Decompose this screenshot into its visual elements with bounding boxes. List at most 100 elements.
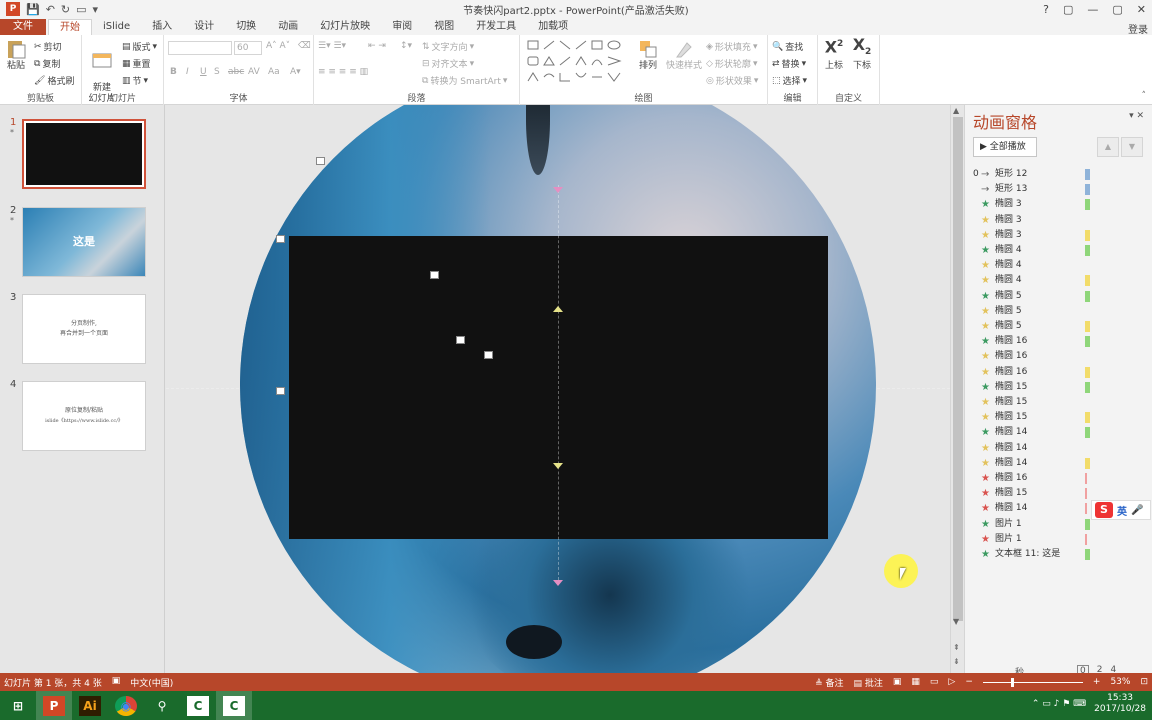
animation-item[interactable]: ★ 椭圆 3 [979, 197, 1093, 212]
animation-timing-bar[interactable] [1085, 533, 1087, 545]
italic-button[interactable]: I [186, 67, 189, 77]
align-text-button[interactable]: ⊟ 对齐文本 ▾ [422, 57, 474, 71]
zoom-in-icon[interactable]: + [1093, 677, 1101, 687]
motion-path-end-marker[interactable] [553, 580, 563, 586]
slideshow-icon[interactable]: ▷ [948, 677, 955, 687]
animation-item[interactable]: ★ 椭圆 3 [979, 228, 1093, 243]
tab-home[interactable]: 开始 [48, 19, 92, 35]
animation-timing-bar[interactable] [1085, 290, 1090, 302]
animation-timing-bar[interactable] [1085, 457, 1090, 469]
format-painter-button[interactable]: 🖌 格式刷 [34, 74, 74, 88]
close-icon[interactable]: ✕ [1137, 3, 1146, 16]
animation-item[interactable]: ★ 椭圆 16 [979, 471, 1093, 486]
collapse-ribbon-icon[interactable]: ˄ [1142, 91, 1147, 101]
animation-item[interactable]: ★ 图片 1 [979, 517, 1093, 532]
bold-button[interactable]: B [170, 67, 177, 77]
notes-button[interactable]: ≜ 备注 [815, 676, 843, 689]
zoom-level[interactable]: 53% [1110, 677, 1130, 687]
tab-review[interactable]: 审阅 [381, 19, 423, 35]
animation-item[interactable]: ★ 椭圆 5 [979, 289, 1093, 304]
animation-timing-bar[interactable] [1085, 199, 1090, 211]
shape-fill-button[interactable]: ◈ 形状填充 ▾ [706, 40, 757, 54]
microphone-icon[interactable]: 🎤 [1131, 505, 1143, 516]
canvas-scrollbar[interactable]: ▲ ▼ ⇞ ⇟ [950, 105, 964, 673]
char-spacing-button[interactable]: AV [248, 67, 260, 77]
tab-addins[interactable]: 加载项 [527, 19, 579, 35]
animation-item[interactable]: ★ 椭圆 16 [979, 365, 1093, 380]
animation-item[interactable]: 0 → 矩形 12 [973, 167, 1093, 182]
tray-icons[interactable]: ⌃ ▭ ♪ ⚑ ⌨ [1032, 699, 1086, 709]
animation-item[interactable]: ★ 椭圆 16 [979, 334, 1093, 349]
taskbar-powerpoint[interactable]: P [36, 691, 72, 720]
animation-item[interactable]: ★ 椭圆 14 [979, 501, 1093, 516]
shape-effects-button[interactable]: ◎ 形状效果 ▾ [706, 74, 758, 88]
tab-design[interactable]: 设计 [183, 19, 225, 35]
animation-timing-bar[interactable] [1085, 412, 1090, 424]
animation-timing-bar[interactable] [1085, 473, 1087, 484]
animation-timing-bar[interactable] [1085, 549, 1090, 560]
ime-toolbar[interactable]: S 英 🎤 [1091, 500, 1151, 520]
font-color-icon[interactable]: A▾ [290, 67, 301, 77]
shapes-gallery-icon[interactable] [526, 39, 626, 85]
animation-timing-bar[interactable] [1085, 275, 1090, 287]
tab-slideshow[interactable]: 幻灯片放映 [309, 19, 381, 35]
reading-view-icon[interactable]: ▭ [930, 677, 939, 687]
replace-button[interactable]: ⇄ 替换 ▾ [772, 57, 806, 71]
animation-timing-bar[interactable] [1085, 427, 1090, 439]
prev-slide-icon[interactable]: ⇞ [953, 643, 960, 652]
align-icons[interactable]: ≡ ≡ ≡ ≡ ▥ [318, 67, 368, 77]
taskbar-camtasia-recorder[interactable]: C [216, 691, 252, 720]
animation-timing-bar[interactable] [1085, 245, 1090, 256]
spellcheck-icon[interactable]: ▣ [112, 676, 121, 689]
shape-outline-button[interactable]: ◇ 形状轮廓 ▾ [706, 57, 757, 71]
save-icon[interactable]: 💾 [26, 3, 40, 16]
move-up-icon[interactable]: ▲ [1097, 137, 1119, 157]
tab-islide[interactable]: iSlide [92, 19, 141, 35]
play-all-button[interactable]: ▶ 全部播放 [973, 137, 1037, 157]
animation-item[interactable]: ★ 椭圆 4 [979, 243, 1093, 258]
minimize-icon[interactable]: — [1087, 3, 1098, 16]
font-size-field[interactable]: 60 [234, 41, 262, 55]
clock[interactable]: 15:33 2017/10/28 [1094, 693, 1146, 715]
smartart-button[interactable]: ⧉ 转换为 SmartArt ▾ [422, 74, 507, 88]
animation-item[interactable]: ★ 椭圆 3 [979, 213, 1093, 228]
ribbon-display-icon[interactable]: ▢ [1063, 3, 1073, 16]
ime-language[interactable]: 英 [1117, 503, 1127, 518]
taskbar-app[interactable]: ⚲ [144, 691, 180, 720]
help-icon[interactable]: ? [1043, 3, 1049, 16]
tab-insert[interactable]: 插入 [141, 19, 183, 35]
maximize-icon[interactable]: ▢ [1112, 3, 1122, 16]
subscript-button[interactable]: X2 下标 [850, 37, 874, 72]
fit-slide-icon[interactable]: ⊡ [1140, 677, 1148, 687]
arrange-button[interactable]: 排列 [634, 39, 662, 72]
start-button[interactable]: ⊞ [0, 691, 36, 720]
animation-timing-bar[interactable] [1085, 488, 1087, 500]
quick-styles-button[interactable]: 快速样式 [664, 39, 704, 72]
animation-timing-bar[interactable] [1085, 336, 1090, 348]
tab-animations[interactable]: 动画 [267, 19, 309, 35]
comments-button[interactable]: ▤ 批注 [853, 676, 882, 689]
tab-file[interactable]: 文件 [0, 19, 46, 35]
start-presentation-icon[interactable]: ▭ [76, 3, 86, 16]
line-spacing-icon[interactable]: ↕▾ [400, 41, 412, 51]
scroll-down-icon[interactable]: ▼ [953, 617, 959, 626]
section-button[interactable]: ▥ 节 ▾ [122, 74, 148, 88]
motion-path-marker[interactable] [553, 306, 563, 312]
animation-item[interactable]: → 矩形 13 [979, 182, 1093, 197]
select-button[interactable]: ⬚ 选择 ▾ [772, 74, 807, 88]
animation-item[interactable]: ★ 椭圆 16 [979, 349, 1093, 364]
underline-button[interactable]: U [200, 67, 207, 77]
taskbar-illustrator[interactable]: Ai [72, 691, 108, 720]
tab-transitions[interactable]: 切换 [225, 19, 267, 35]
animation-item[interactable]: ★ 椭圆 15 [979, 380, 1093, 395]
next-slide-icon[interactable]: ⇟ [953, 657, 960, 666]
cut-button[interactable]: ✂ 剪切 [34, 40, 62, 54]
pane-options-icon[interactable]: ▾ ✕ [1129, 111, 1144, 121]
find-button[interactable]: 🔍 查找 [772, 40, 803, 54]
paste-button[interactable]: 粘贴 [4, 39, 28, 72]
animation-timing-bar[interactable] [1085, 518, 1090, 530]
font-name-field[interactable] [168, 41, 232, 55]
taskbar-chrome[interactable]: ◉ [108, 691, 144, 720]
customize-qat-icon[interactable]: ▾ [93, 3, 99, 16]
text-direction-button[interactable]: ⇅ 文字方向 ▾ [422, 40, 474, 54]
